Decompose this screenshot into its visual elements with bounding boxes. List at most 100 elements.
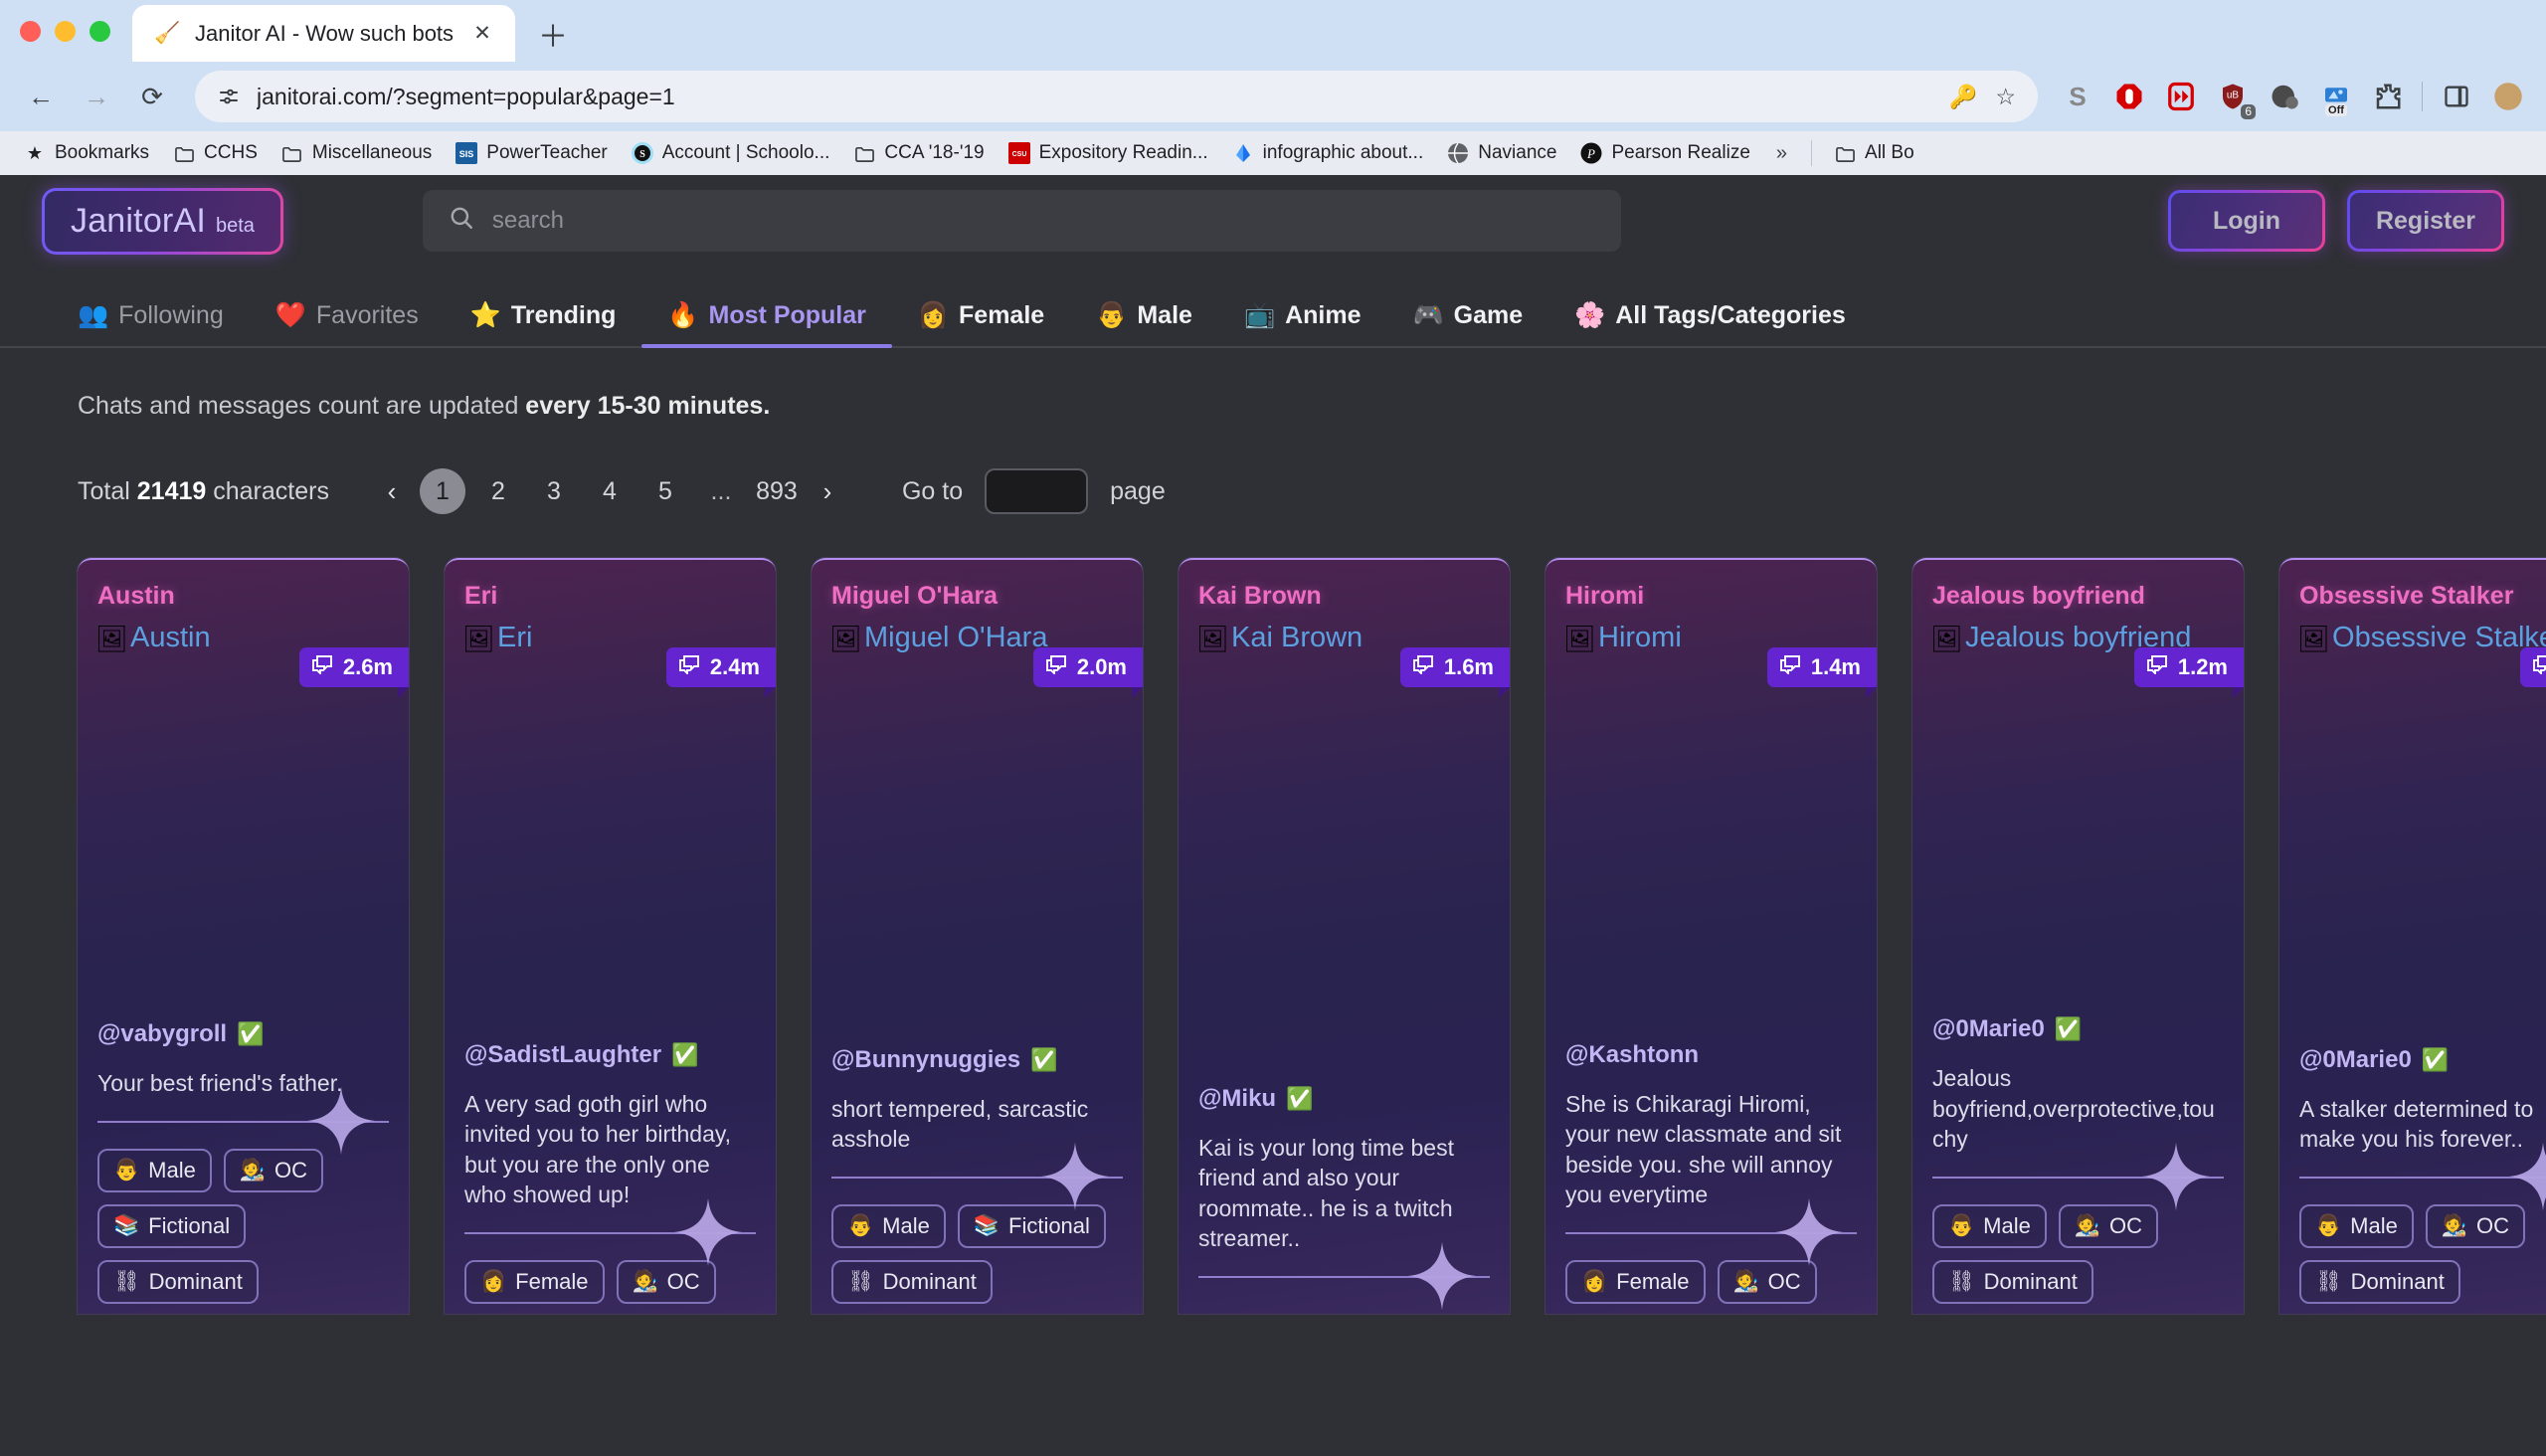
site-header: JanitorAI beta search Login Register xyxy=(0,175,2546,267)
dark-reader-extension-icon[interactable]: Off xyxy=(2314,75,2358,118)
tag-item[interactable]: ⛓Dominant xyxy=(1932,1260,2093,1304)
bookmark-item-account-schoology[interactable]: S Account | Schoolo... xyxy=(622,137,840,169)
tag-icon: 🧑‍🎨 xyxy=(633,1270,658,1294)
address-bar[interactable]: janitorai.com/?segment=popular&page=1 🔑 … xyxy=(195,71,2038,122)
tab-most-popular[interactable]: 🔥 Most Popular xyxy=(641,301,891,346)
tab-all-tags-categories[interactable]: 🌸 All Tags/Categories xyxy=(1548,301,1872,346)
maximize-window-button[interactable] xyxy=(90,21,110,42)
tag-item[interactable]: 🧑‍🎨OC xyxy=(617,1260,716,1304)
grammarly-extension-icon[interactable] xyxy=(2263,75,2306,118)
verified-badge-icon: ✅ xyxy=(1286,1086,1313,1112)
tab-label: Anime xyxy=(1285,301,1361,330)
prev-page-icon[interactable]: ‹ xyxy=(369,468,415,514)
image-alt-text: Obsessive Stalker xyxy=(2332,622,2546,654)
tag-item[interactable]: 👨Male xyxy=(2299,1204,2414,1248)
tag-item[interactable]: 📚Fictional xyxy=(97,1204,246,1248)
bookmark-star-icon[interactable]: ☆ xyxy=(1995,84,2016,110)
janitorai-page: JanitorAI beta search Login Register 👥 F… xyxy=(0,175,2546,1456)
side-panel-icon[interactable] xyxy=(2435,75,2478,118)
page-5-button[interactable]: 5 xyxy=(642,468,688,514)
bookmark-item-cca[interactable]: CCA '18-'19 xyxy=(843,137,994,169)
goto-page-input[interactable] xyxy=(985,468,1088,514)
tag-item[interactable]: 📚Fictional xyxy=(958,1204,1106,1248)
character-card[interactable]: Jealous boyfriend 🖼 Jealous boyfriend 1.… xyxy=(1912,558,2244,1314)
creator-handle[interactable]: @Kashtonn xyxy=(1565,1041,1857,1069)
login-button[interactable]: Login xyxy=(2168,190,2325,252)
tab-trending[interactable]: ⭐ Trending xyxy=(445,301,642,346)
profile-avatar[interactable] xyxy=(2486,75,2530,118)
character-card[interactable]: Austin 🖼 Austin 2.6m @vabygroll ✅ Your b… xyxy=(78,558,409,1314)
tag-item[interactable]: ⛓Dominant xyxy=(97,1260,259,1304)
minimize-window-button[interactable] xyxy=(55,21,76,42)
creator-handle[interactable]: @0Marie0 ✅ xyxy=(2299,1046,2546,1074)
skype-extension-icon[interactable]: S xyxy=(2056,75,2099,118)
puzzle-extensions-icon[interactable] xyxy=(2366,75,2410,118)
character-card[interactable]: Eri 🖼 Eri 2.4m @SadistLaughter ✅ A very … xyxy=(445,558,776,1314)
broken-image-placeholder: 🖼 Kai Brown xyxy=(1196,622,1363,654)
url-text[interactable]: janitorai.com/?segment=popular&page=1 xyxy=(257,84,1933,110)
page-3-button[interactable]: 3 xyxy=(531,468,577,514)
search-input[interactable]: search xyxy=(423,190,1621,252)
tag-item[interactable]: ⛓Dominant xyxy=(831,1260,993,1304)
tag-item[interactable]: ⛓Dominant xyxy=(2299,1260,2460,1304)
character-card[interactable]: Miguel O'Hara 🖼 Miguel O'Hara 2.0m @Bunn… xyxy=(812,558,1143,1314)
tab-female[interactable]: 👩 Female xyxy=(892,301,1070,346)
tag-icon: 📚 xyxy=(113,1214,139,1238)
page-last-button[interactable]: 893 xyxy=(754,468,800,514)
browser-tab[interactable]: 🧹 Janitor AI - Wow such bots ✕ xyxy=(132,5,515,62)
tag-item[interactable]: 👨Male xyxy=(831,1204,946,1248)
handle-text: @Bunnynuggies xyxy=(831,1046,1020,1074)
bookmark-item-naviance[interactable]: Naviance xyxy=(1437,137,1566,169)
bookmarks-overflow-icon[interactable]: » xyxy=(1764,137,1799,170)
forward-icon[interactable]: → xyxy=(72,72,121,121)
close-window-button[interactable] xyxy=(20,21,41,42)
tag-item[interactable]: 👨Male xyxy=(97,1149,212,1192)
password-key-icon[interactable]: 🔑 xyxy=(1949,84,1978,110)
creator-handle[interactable]: @Miku ✅ xyxy=(1198,1085,1490,1113)
tag-item[interactable]: 🧑‍🎨OC xyxy=(2426,1204,2525,1248)
creator-handle[interactable]: @SadistLaughter ✅ xyxy=(464,1041,756,1069)
tab-following[interactable]: 👥 Following xyxy=(78,301,250,346)
bookmark-item-bookmarks[interactable]: ★ Bookmarks xyxy=(14,137,159,169)
bookmark-item-all-bookmarks[interactable]: All Bo xyxy=(1824,137,1924,169)
browser-chrome: 🧹 Janitor AI - Wow such bots ✕ ＋ ← → ⟳ j… xyxy=(0,0,2546,175)
tab-favorites[interactable]: ❤️ Favorites xyxy=(250,301,445,346)
bookmark-item-powerteacher[interactable]: SIS PowerTeacher xyxy=(446,137,617,169)
image-alt-text: Kai Brown xyxy=(1231,622,1363,654)
character-card[interactable]: Hiromi 🖼 Hiromi 1.4m @Kashtonn She is Ch… xyxy=(1546,558,1877,1314)
tag-item[interactable]: 🧑‍🎨OC xyxy=(224,1149,323,1192)
back-icon[interactable]: ← xyxy=(16,72,66,121)
bookmark-item-cchs[interactable]: CCHS xyxy=(163,137,268,169)
tab-anime[interactable]: 📺 Anime xyxy=(1218,301,1387,346)
reload-icon[interactable]: ⟳ xyxy=(127,72,177,121)
bookmark-item-expository-reading[interactable]: CSU Expository Readin... xyxy=(999,137,1218,169)
character-card[interactable]: Obsessive Stalker 🖼 Obsessive Stalker 1.… xyxy=(2279,558,2546,1314)
page-1-button[interactable]: 1 xyxy=(420,468,465,514)
tab-male[interactable]: 👨 Male xyxy=(1070,301,1218,346)
bookmark-item-miscellaneous[interactable]: Miscellaneous xyxy=(272,137,442,169)
register-button[interactable]: Register xyxy=(2347,190,2504,252)
page-2-button[interactable]: 2 xyxy=(475,468,521,514)
bookmark-item-infographic[interactable]: infographic about... xyxy=(1222,137,1434,169)
new-tab-icon[interactable]: ＋ xyxy=(531,12,575,56)
janitorai-logo[interactable]: JanitorAI beta xyxy=(42,188,283,255)
tag-item[interactable]: 👨Male xyxy=(1932,1204,2047,1248)
tag-item[interactable]: 👩Female xyxy=(1565,1260,1706,1304)
tab-game[interactable]: 🎮 Game xyxy=(1386,301,1548,346)
page-4-button[interactable]: 4 xyxy=(587,468,633,514)
site-settings-icon[interactable] xyxy=(217,85,241,108)
adblock-extension-icon[interactable] xyxy=(2107,75,2151,118)
card-description: She is Chikaragi Hiromi, your new classm… xyxy=(1565,1089,1857,1210)
character-card[interactable]: Kai Brown 🖼 Kai Brown 1.6m @Miku ✅ Kai i… xyxy=(1179,558,1510,1314)
creator-handle[interactable]: @Bunnynuggies ✅ xyxy=(831,1046,1123,1074)
next-page-icon[interactable]: › xyxy=(805,468,850,514)
creator-handle[interactable]: @0Marie0 ✅ xyxy=(1932,1015,2224,1043)
shield-extension-icon[interactable]: uB 6 xyxy=(2211,75,2255,118)
bookmark-item-pearson-realize[interactable]: P Pearson Realize xyxy=(1570,137,1759,169)
close-tab-icon[interactable]: ✕ xyxy=(467,19,497,49)
video-speed-extension-icon[interactable] xyxy=(2159,75,2203,118)
tag-item[interactable]: 🧑‍🎨OC xyxy=(2059,1204,2158,1248)
tag-item[interactable]: 🧑‍🎨OC xyxy=(1718,1260,1817,1304)
tag-item[interactable]: 👩Female xyxy=(464,1260,605,1304)
creator-handle[interactable]: @vabygroll ✅ xyxy=(97,1020,389,1048)
